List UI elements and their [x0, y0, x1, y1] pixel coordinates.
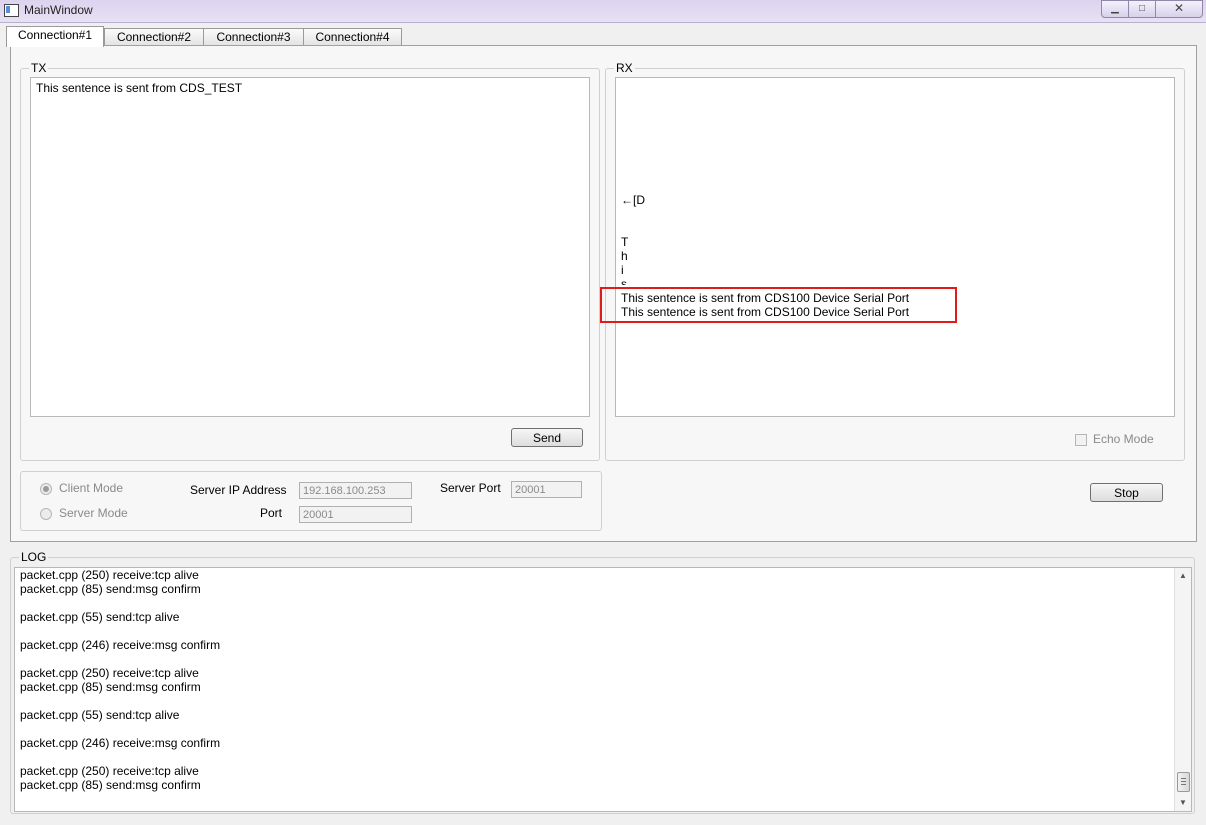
rx-textarea[interactable]: ←[D T h i s This sentence is sent from C…: [615, 77, 1175, 417]
server-port-input[interactable]: [511, 481, 582, 498]
app-window-icon: [4, 4, 19, 17]
window-title: MainWindow: [24, 3, 93, 17]
tx-text: This sentence is sent from CDS_TEST: [36, 81, 243, 95]
log-line: packet.cpp (85) send:msg confirm: [20, 582, 201, 596]
rx-line: h: [621, 249, 628, 263]
scroll-thumb[interactable]: [1177, 772, 1190, 792]
log-scrollbar[interactable]: ▲ ▼: [1174, 568, 1191, 811]
server-mode-label: Server Mode: [59, 506, 128, 520]
client-mode-label: Client Mode: [59, 481, 124, 495]
rx-line: s: [621, 277, 627, 285]
log-line: packet.cpp (85) send:msg confirm: [20, 778, 201, 792]
log-line: packet.cpp (250) receive:tcp alive: [20, 568, 199, 582]
log-line: packet.cpp (55) send:tcp alive: [20, 610, 180, 624]
tab-connection-3[interactable]: Connection#3: [203, 28, 304, 46]
minimize-button[interactable]: ▁: [1101, 0, 1129, 18]
tab-connection-2[interactable]: Connection#2: [104, 28, 204, 46]
log-line: packet.cpp (85) send:msg confirm: [20, 680, 201, 694]
server-ip-label: Server IP Address: [190, 483, 287, 497]
port-label: Port: [260, 506, 283, 520]
rx-line: i: [621, 263, 624, 277]
log-line: packet.cpp (55) send:tcp alive: [20, 708, 180, 722]
log-textarea[interactable]: packet.cpp (250) receive:tcp alive packe…: [14, 567, 1192, 812]
rx-line: ←[D: [621, 193, 645, 207]
rx-line: T: [621, 235, 629, 249]
echo-mode-checkbox[interactable]: [1075, 434, 1087, 446]
scroll-down-icon[interactable]: ▼: [1175, 795, 1191, 811]
port-input[interactable]: [299, 506, 412, 523]
tab-connection-1[interactable]: Connection#1: [6, 26, 104, 47]
server-ip-input[interactable]: [299, 482, 412, 499]
log-line: packet.cpp (250) receive:tcp alive: [20, 666, 199, 680]
title-bar: MainWindow ▁ □ ✕: [0, 0, 1206, 23]
server-port-label: Server Port: [440, 481, 501, 495]
received-lines-highlight: [600, 287, 957, 323]
log-line: packet.cpp (246) receive:msg confirm: [20, 736, 221, 750]
log-line: packet.cpp (250) receive:tcp alive: [20, 764, 199, 778]
echo-mode-label: Echo Mode: [1093, 432, 1154, 446]
send-button[interactable]: Send: [511, 428, 583, 447]
client-mode-radio[interactable]: [40, 483, 52, 495]
scroll-up-icon[interactable]: ▲: [1175, 568, 1191, 584]
tx-textarea[interactable]: This sentence is sent from CDS_TEST: [30, 77, 590, 417]
maximize-button[interactable]: □: [1128, 0, 1156, 18]
log-line: packet.cpp (246) receive:msg confirm: [20, 638, 221, 652]
tx-group-title: TX: [29, 61, 49, 75]
tab-connection-4[interactable]: Connection#4: [303, 28, 402, 46]
rx-group-title: RX: [614, 61, 635, 75]
close-button[interactable]: ✕: [1155, 0, 1203, 18]
server-mode-radio[interactable]: [40, 508, 52, 520]
log-group-title: LOG: [19, 550, 49, 564]
stop-button[interactable]: Stop: [1090, 483, 1163, 502]
